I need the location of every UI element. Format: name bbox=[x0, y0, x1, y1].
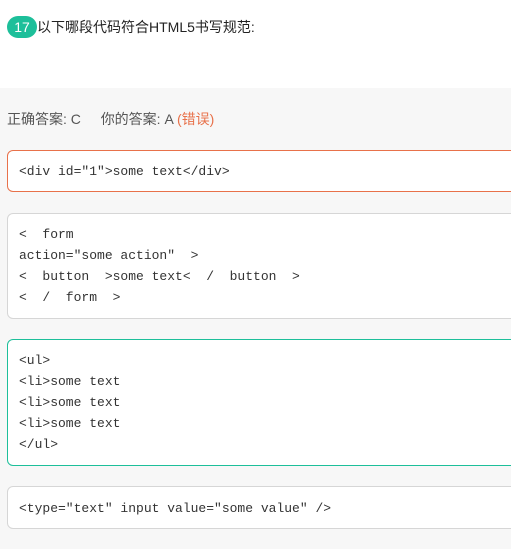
question-number-badge: 17 bbox=[7, 16, 37, 38]
option-code-line: < form bbox=[19, 227, 74, 242]
option-c[interactable]: <ul> <li>some text <li>some text <li>som… bbox=[7, 339, 511, 466]
option-code-line: <ul> bbox=[19, 353, 51, 368]
correct-answer-value: C bbox=[70, 111, 81, 127]
option-code-line: action="some action" > bbox=[19, 248, 199, 263]
question-card: 17 以下哪段代码符合HTML5书写规范: bbox=[0, 0, 511, 88]
correct-answer-label: 正确答案: bbox=[7, 111, 67, 127]
option-code-line: </ul> bbox=[19, 437, 59, 452]
your-answer-label: 你的答案: bbox=[100, 111, 161, 127]
option-code-line: <div id="1">some text</div> bbox=[19, 164, 230, 179]
question-text: 以下哪段代码符合HTML5书写规范: bbox=[37, 19, 255, 35]
option-code-line: <type="text" input value="some value" /> bbox=[19, 501, 332, 516]
option-d[interactable]: <type="text" input value="some value" /> bbox=[7, 486, 511, 529]
your-answer-value: A bbox=[164, 111, 174, 127]
option-code-line: < button >some text< / button > bbox=[19, 269, 300, 284]
option-code-line: <li>some text bbox=[19, 374, 121, 389]
option-a[interactable]: <div id="1">some text</div> bbox=[7, 150, 511, 192]
answer-result-badge: (错误) bbox=[176, 111, 215, 127]
option-code-line: < / form > bbox=[19, 290, 121, 305]
option-b[interactable]: < form action="some action" > < button >… bbox=[7, 213, 511, 319]
answer-summary: 正确答案: C 你的答案: A (错误) bbox=[7, 110, 214, 128]
option-code-line: <li>some text bbox=[19, 416, 121, 431]
option-code-line: <li>some text bbox=[19, 395, 121, 410]
